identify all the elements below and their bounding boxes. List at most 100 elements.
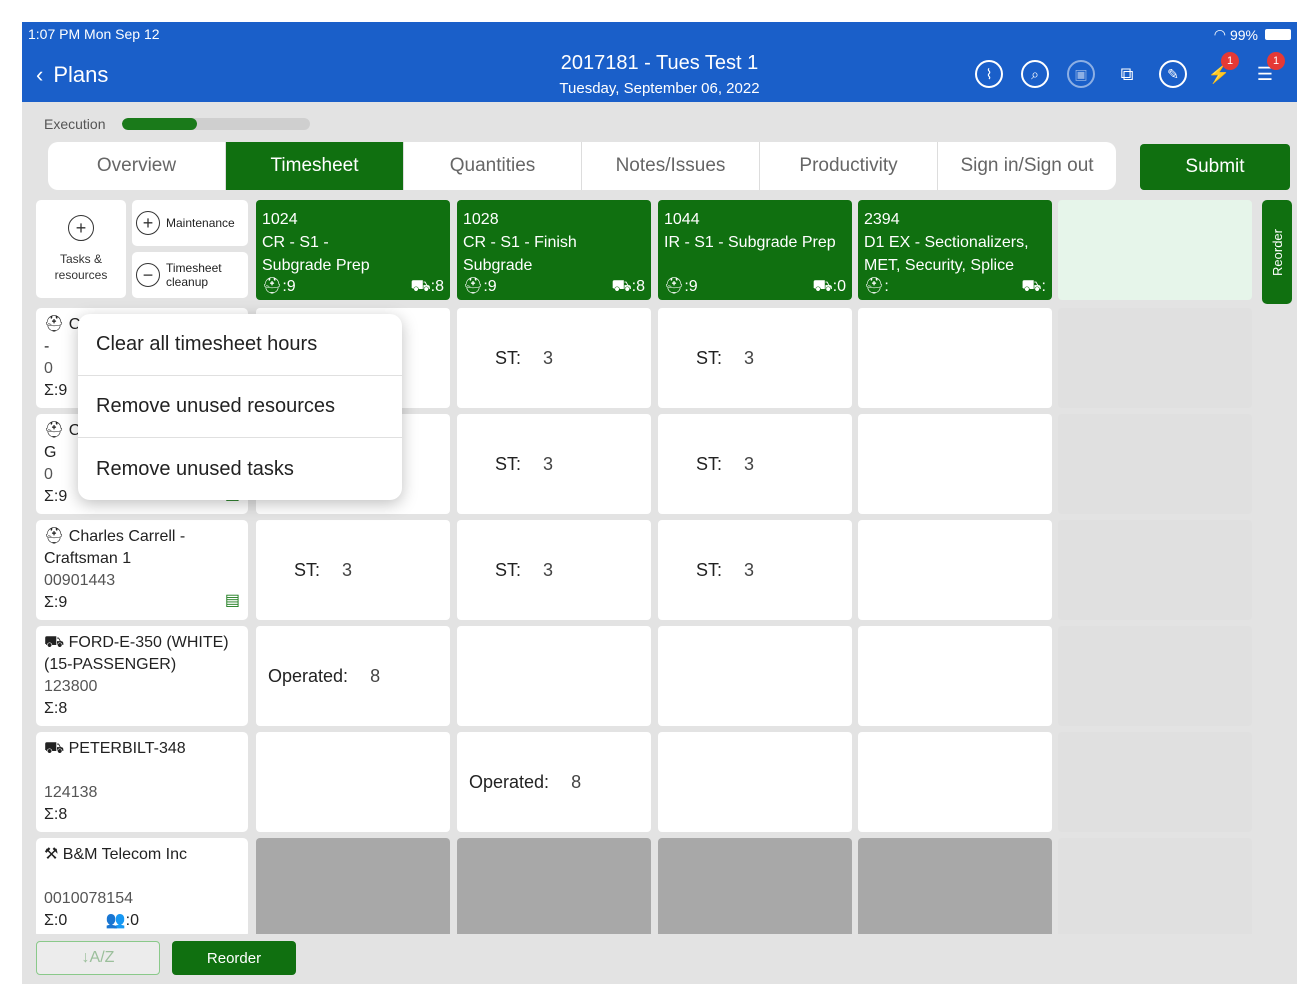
notification-icon[interactable]: ⚡ 1 bbox=[1203, 52, 1239, 90]
resource-card[interactable]: ⛟ FORD-E-350 (WHITE) (15-PASSENGER) 1238… bbox=[36, 626, 248, 726]
sum-icon: Σ bbox=[44, 806, 54, 823]
timesheet-cell[interactable] bbox=[858, 414, 1052, 514]
st-value: 3 bbox=[543, 348, 554, 368]
timesheet-cell[interactable]: ST: 3 bbox=[256, 520, 450, 620]
timesheet-cell[interactable] bbox=[858, 520, 1052, 620]
st-label: ST: bbox=[696, 560, 723, 580]
task-header[interactable]: 1024 CR - S1 - Subgrade Prep ⛑:9 ⛟:8 bbox=[256, 200, 450, 300]
resource-card[interactable]: ⛟ PETERBILT-348 124138 Σ:8 bbox=[36, 732, 248, 832]
equipment-count: ⛟: bbox=[1021, 278, 1046, 295]
battery-icon bbox=[1265, 29, 1291, 40]
execution-progress-bar bbox=[122, 118, 310, 130]
excavator-icon: ⛟ bbox=[44, 634, 65, 651]
task-header[interactable]: 1028 CR - S1 - Finish Subgrade ⛑:9 ⛟:8 bbox=[457, 200, 651, 300]
resource-sum: 8 bbox=[58, 806, 68, 823]
worker-count: ⛑:9 bbox=[664, 278, 698, 295]
timesheet-cell[interactable] bbox=[256, 732, 450, 832]
task-name: CR - S1 - Subgrade Prep bbox=[262, 234, 370, 274]
menu-icon[interactable]: ☰ 1 bbox=[1249, 52, 1285, 90]
timesheet-cell[interactable] bbox=[858, 626, 1052, 726]
tab-overview[interactable]: Overview bbox=[48, 142, 226, 190]
resource-code: 124138 bbox=[44, 784, 98, 801]
timesheet-cleanup-button[interactable]: − Timesheet cleanup bbox=[132, 252, 248, 298]
resource-name: B&M Telecom Inc bbox=[62, 846, 187, 863]
timesheet-cell-empty bbox=[1058, 732, 1252, 832]
timesheet-cleanup-label: Timesheet cleanup bbox=[166, 261, 222, 289]
tab-notes-issues[interactable]: Notes/Issues bbox=[582, 142, 760, 190]
timesheet-cell[interactable] bbox=[457, 626, 651, 726]
st-value: 3 bbox=[744, 454, 755, 474]
task-code: 1024 bbox=[262, 211, 298, 228]
tasks-resources-button[interactable]: + Tasks & resources bbox=[36, 200, 126, 298]
excavator-icon: ⛟ bbox=[410, 278, 431, 295]
task-code: 1044 bbox=[664, 211, 700, 228]
app-frame: 1:07 PM Mon Sep 12 ◠ 99% ‹ Plans 2017181… bbox=[22, 22, 1297, 984]
paperclip-icon[interactable]: ⌇ bbox=[973, 58, 1005, 90]
excavator-icon: ⛟ bbox=[611, 278, 632, 295]
task-name: CR - S1 - Finish Subgrade bbox=[463, 234, 577, 274]
sum-icon: Σ bbox=[44, 382, 54, 399]
crew-count: 0 bbox=[130, 912, 139, 929]
add-copy-icon[interactable]: ⧉ bbox=[1111, 58, 1143, 90]
st-value: 3 bbox=[543, 454, 554, 474]
status-time: 1:07 PM Mon Sep 12 bbox=[28, 26, 160, 42]
st-label: ST: bbox=[696, 348, 723, 368]
edit-icon[interactable]: ✎ bbox=[1157, 58, 1189, 90]
tab-sign-in-out[interactable]: Sign in/Sign out bbox=[938, 142, 1116, 190]
resource-code: 123800 bbox=[44, 678, 98, 695]
timesheet-cell[interactable] bbox=[658, 732, 852, 832]
timesheet-cell[interactable]: Operated: 8 bbox=[457, 732, 651, 832]
worker-icon: ⚒ bbox=[44, 846, 59, 863]
timesheet-cell[interactable]: ST: 3 bbox=[658, 308, 852, 408]
resource-sum: 8 bbox=[58, 700, 68, 717]
wifi-icon: ◠ bbox=[1213, 26, 1226, 42]
document-icon[interactable]: ▣ bbox=[1065, 58, 1097, 90]
st-label: ST: bbox=[294, 560, 321, 580]
timesheet-cell[interactable]: ST: 3 bbox=[658, 414, 852, 514]
timesheet-cell[interactable] bbox=[858, 308, 1052, 408]
task-name: IR - S1 - Subgrade Prep bbox=[664, 234, 836, 251]
sort-az-icon: ↓A/Z bbox=[81, 949, 115, 966]
operated-value: 8 bbox=[370, 666, 381, 686]
tab-productivity[interactable]: Productivity bbox=[760, 142, 938, 190]
timesheet-cell-empty bbox=[1058, 308, 1252, 408]
resource-card[interactable]: ⛑ Charles Carrell - Craftsman 1 00901443… bbox=[36, 520, 248, 620]
timesheet-cell[interactable]: ST: 3 bbox=[658, 520, 852, 620]
execution-progress-fill bbox=[122, 118, 198, 130]
menu-item-remove-unused-tasks[interactable]: Remove unused tasks bbox=[78, 438, 402, 500]
tab-quantities[interactable]: Quantities bbox=[404, 142, 582, 190]
timesheet-cell[interactable]: ST: 3 bbox=[457, 520, 651, 620]
task-header[interactable]: 1044 IR - S1 - Subgrade Prep ⛑:9 ⛟:0 bbox=[658, 200, 852, 300]
timesheet-cell[interactable] bbox=[658, 626, 852, 726]
resource-code: 00901443 bbox=[44, 572, 116, 589]
timesheet-cell[interactable]: ST: 3 bbox=[457, 414, 651, 514]
tab-timesheet[interactable]: Timesheet bbox=[226, 142, 404, 190]
timesheet-cell-disabled bbox=[256, 838, 450, 938]
hardhat-icon: ⛑ bbox=[44, 528, 65, 545]
timesheet-cell[interactable]: ST: 3 bbox=[457, 308, 651, 408]
worker-count: ⛑:9 bbox=[262, 278, 296, 295]
battery-percent: 99% bbox=[1229, 26, 1258, 43]
timesheet-cell[interactable]: Operated: 8 bbox=[256, 626, 450, 726]
hardhat-icon: ⛑ bbox=[44, 422, 65, 439]
equipment-count: ⛟:0 bbox=[812, 278, 847, 295]
menu-item-clear-hours[interactable]: Clear all timesheet hours bbox=[78, 314, 402, 376]
timesheet-cell-disabled bbox=[457, 838, 651, 938]
menu-item-remove-unused-resources[interactable]: Remove unused resources bbox=[78, 376, 402, 438]
status-right: ◠ 99% bbox=[1214, 26, 1291, 43]
excavator-icon: ⛟ bbox=[812, 278, 833, 295]
operated-label: Operated: bbox=[268, 666, 349, 686]
reorder-button[interactable]: Reorder bbox=[172, 941, 296, 975]
sum-icon: Σ bbox=[44, 488, 54, 505]
task-header[interactable]: 2394 D1 EX - Sectionalizers, MET, Securi… bbox=[858, 200, 1052, 300]
maintenance-button[interactable]: + Maintenance bbox=[132, 200, 248, 246]
comment-icon[interactable]: ▤ bbox=[225, 590, 240, 612]
sort-button[interactable]: ↓A/Z bbox=[36, 941, 160, 975]
sum-icon: Σ bbox=[44, 700, 54, 717]
timesheet-cell[interactable] bbox=[858, 732, 1052, 832]
search-icon[interactable]: ⌕ bbox=[1019, 58, 1051, 90]
reorder-side-button[interactable]: Reorder bbox=[1262, 200, 1292, 304]
resource-card[interactable]: ⚒ B&M Telecom Inc 0010078154 Σ:0 👥:0 bbox=[36, 838, 248, 938]
submit-button[interactable]: Submit bbox=[1140, 144, 1290, 190]
resource-role: (15-PASSENGER) bbox=[44, 656, 177, 673]
